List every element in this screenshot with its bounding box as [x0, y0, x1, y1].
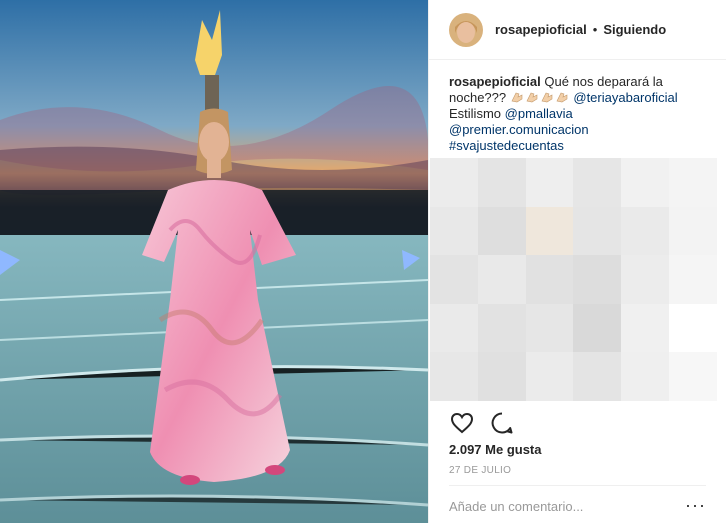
instagram-post: rosapepioficial • Siguiendo rosapepiofic… [0, 0, 726, 523]
post-header: rosapepioficial • Siguiendo [429, 0, 726, 60]
post-photo[interactable] [0, 0, 428, 523]
comment-divider [449, 485, 706, 486]
header-separator: • [592, 22, 598, 37]
caption-username[interactable]: rosapepioficial [449, 74, 541, 89]
post-date: 27 DE JULIO [449, 465, 512, 476]
clap-emoji-icon [556, 92, 568, 103]
styling-label: Estilismo [449, 106, 502, 121]
likes-count[interactable]: 2.097 Me gusta [449, 442, 542, 457]
avatar-image [449, 12, 483, 47]
clap-emoji-icon [511, 92, 523, 103]
comment-input[interactable] [449, 499, 689, 514]
action-bar [449, 410, 515, 436]
caption: rosapepioficial Qué nos deparará la noch… [429, 60, 726, 154]
hashtag-link[interactable]: #svajustedecuentas [449, 138, 564, 153]
mention-teriayabaroficial[interactable]: @teriayabaroficial [573, 90, 677, 105]
more-options-icon[interactable]: ··· [685, 496, 706, 514]
clapping-emojis [510, 90, 574, 105]
header-username[interactable]: rosapepioficial [495, 22, 587, 37]
comment-icon[interactable] [489, 410, 515, 436]
mention-premier-comunicacion[interactable]: @premier.comunicacion [449, 122, 589, 137]
mention-pmallavia[interactable]: @pmallavia [505, 106, 573, 121]
photo-illustration [0, 0, 428, 523]
avatar[interactable] [449, 12, 483, 47]
follow-status-button[interactable]: Siguiendo [603, 22, 666, 37]
heart-icon[interactable] [449, 410, 475, 436]
clap-emoji-icon [526, 92, 538, 103]
comments-blurred [430, 158, 717, 401]
clap-emoji-icon [541, 92, 553, 103]
post-sidebar: rosapepioficial • Siguiendo rosapepiofic… [428, 0, 726, 523]
